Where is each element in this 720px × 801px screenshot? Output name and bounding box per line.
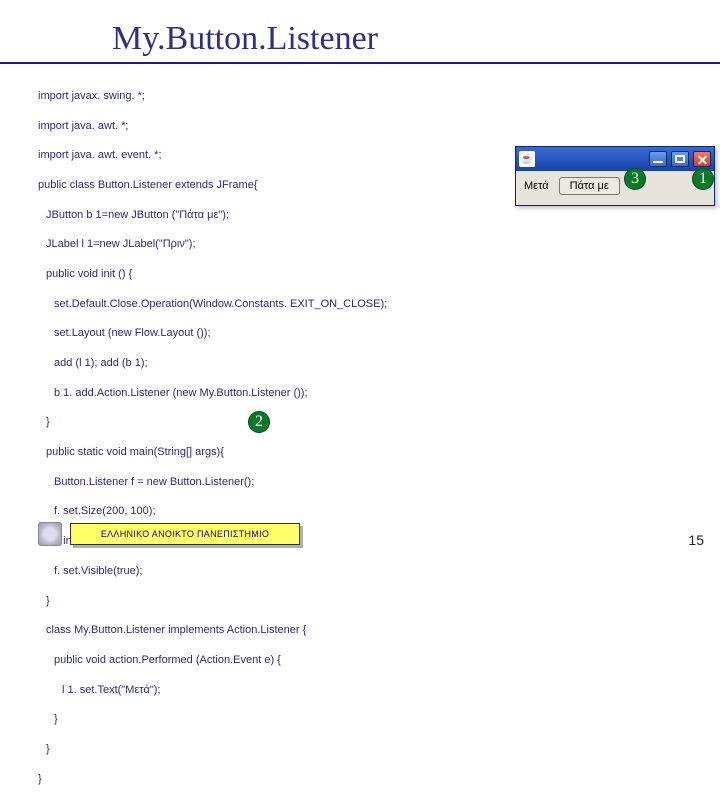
code-line: add (l 1); add (b 1); — [38, 356, 720, 371]
code-line: f. set.Size(200, 100); — [38, 504, 720, 519]
press-me-button[interactable]: Πάτα με — [559, 177, 620, 195]
window-body: Μετά Πάτα με — [516, 171, 714, 201]
code-line: JLabel l 1=new JLabel("Πριν"); — [38, 237, 720, 252]
footer: ΕΛΛΗΝΙΚΟ ΑΝΟΙΚΤΟ ΠΑΝΕΠΙΣΤΗΜΙΟ — [38, 522, 300, 546]
code-line: l 1. set.Text("Μετά"); — [38, 683, 720, 698]
slide-title: My.Button.Listener — [112, 20, 720, 58]
title-underline — [0, 62, 720, 64]
maximize-button[interactable] — [671, 151, 689, 167]
java-window: ☕ Μετά Πάτα με — [515, 146, 715, 206]
code-line: f. set.Visible(true); — [38, 564, 720, 579]
window-label: Μετά — [524, 180, 549, 192]
code-line: set.Layout (new Flow.Layout ()); — [38, 326, 720, 341]
code-line: Button.Listener f = new Button.Listener(… — [38, 475, 720, 490]
code-line: JButton b 1=new JButton ("Πάτα με"); — [38, 208, 720, 223]
code-line: b 1. add.Action.Listener (new My.Button.… — [38, 386, 720, 401]
code-line: set.Default.Close.Operation(Window.Const… — [38, 297, 720, 312]
window-titlebar[interactable]: ☕ — [516, 147, 714, 171]
java-icon: ☕ — [519, 151, 535, 167]
code-line: } — [38, 742, 720, 757]
page-number: 15 — [688, 532, 704, 548]
footer-label-wrap: ΕΛΛΗΝΙΚΟ ΑΝΟΙΚΤΟ ΠΑΝΕΠΙΣΤΗΜΙΟ — [70, 523, 300, 545]
annotation-circle-1: 1 — [692, 168, 714, 190]
code-line: public void init () { — [38, 267, 720, 282]
code-line: class My.Button.Listener implements Acti… — [38, 623, 720, 638]
footer-label: ΕΛΛΗΝΙΚΟ ΑΝΟΙΚΤΟ ΠΑΝΕΠΙΣΤΗΜΙΟ — [70, 523, 300, 545]
code-line: } — [38, 712, 720, 727]
code-line: } — [38, 772, 720, 787]
code-line: public void action.Performed (Action.Eve… — [38, 653, 720, 668]
code-line: } — [38, 415, 720, 430]
code-line: public static void main(String[] args){ — [38, 445, 720, 460]
minimize-button[interactable] — [649, 151, 667, 167]
code-line: import javax. swing. *; — [38, 89, 720, 104]
code-line: import java. awt. *; — [38, 119, 720, 134]
close-button[interactable] — [693, 151, 711, 167]
footer-logo-icon — [38, 522, 62, 546]
code-line: } — [38, 594, 720, 609]
annotation-circle-3: 3 — [624, 168, 646, 190]
annotation-circle-2: 2 — [248, 411, 270, 433]
